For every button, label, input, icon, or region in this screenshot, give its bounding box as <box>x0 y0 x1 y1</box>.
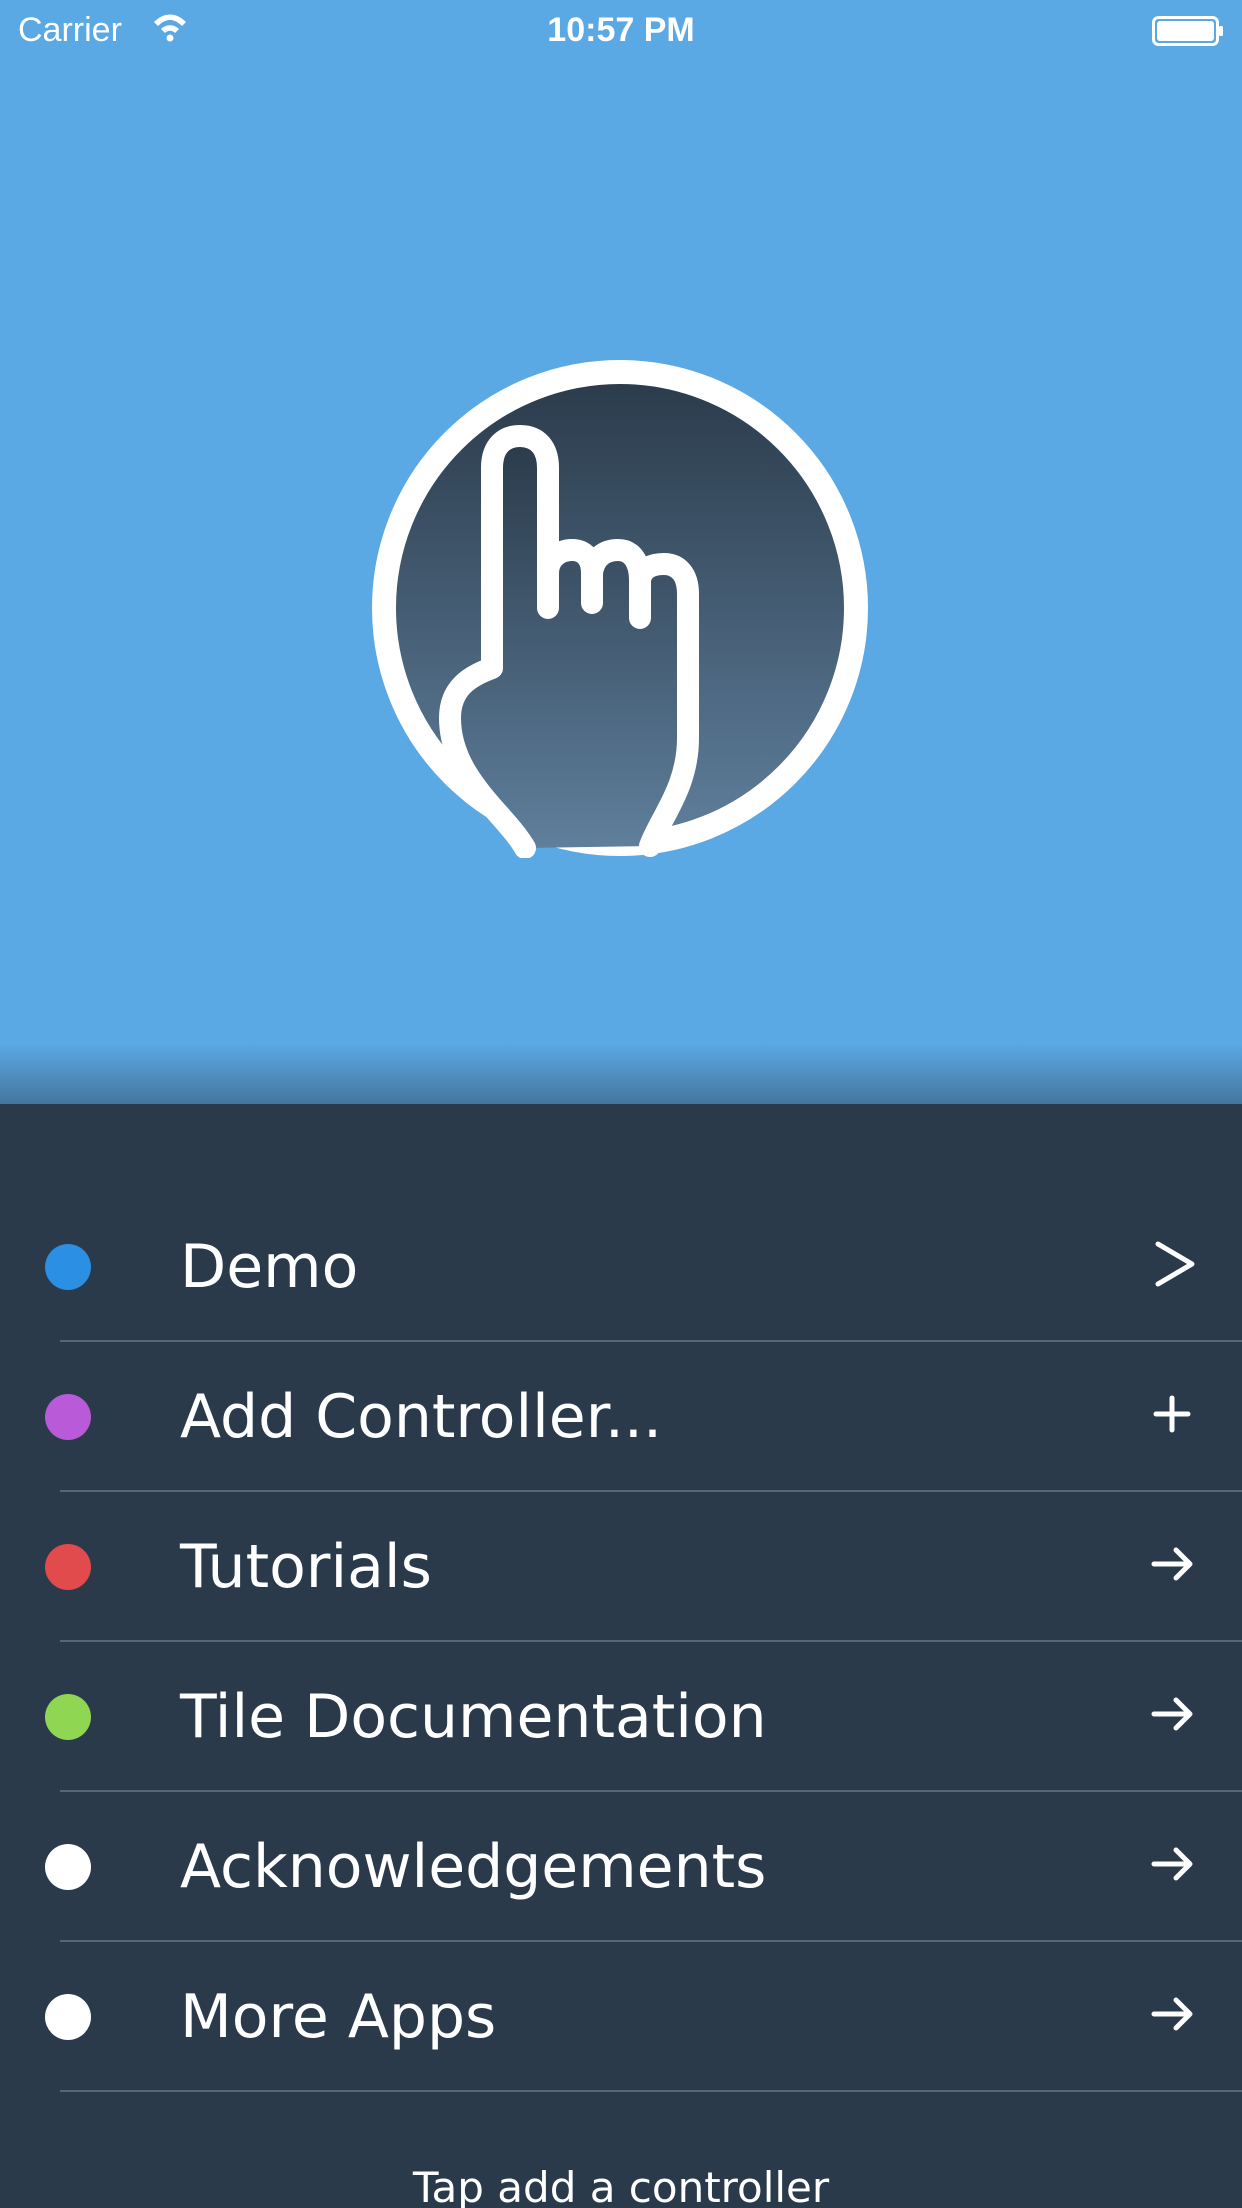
plus-icon <box>1153 1395 1191 1433</box>
arrow-right-icon <box>1151 1997 1193 2031</box>
menu-item-label: Tutorials <box>180 1532 432 1602</box>
pointing-hand-icon <box>372 360 868 858</box>
status-time: 10:57 PM <box>547 11 695 49</box>
menu-panel: Demo Add Controller... Tutorials Tile Do… <box>0 1104 1242 2208</box>
menu-item-demo[interactable]: Demo <box>0 1192 1242 1342</box>
menu-item-more-apps[interactable]: More Apps <box>0 1942 1242 2092</box>
status-bar: Carrier 10:57 PM <box>0 0 1242 62</box>
menu-item-tutorials[interactable]: Tutorials <box>0 1492 1242 1642</box>
hero-banner <box>0 0 1242 1104</box>
status-dot <box>45 1844 91 1890</box>
chevron-right-icon <box>1155 1241 1195 1287</box>
menu-item-label: Demo <box>180 1232 359 1302</box>
status-dot <box>45 1544 91 1590</box>
menu-item-label: Add Controller... <box>180 1382 663 1452</box>
menu-item-label: Acknowledgements <box>180 1832 767 1902</box>
menu-list: Demo Add Controller... Tutorials Tile Do… <box>0 1192 1242 2092</box>
menu-item-label: Tile Documentation <box>180 1682 767 1752</box>
menu-item-acknowledgements[interactable]: Acknowledgements <box>0 1792 1242 1942</box>
status-dot <box>45 1244 91 1290</box>
arrow-right-icon <box>1151 1697 1193 1731</box>
menu-item-tile-documentation[interactable]: Tile Documentation <box>0 1642 1242 1792</box>
arrow-right-icon <box>1151 1547 1193 1581</box>
battery-full-icon <box>1152 16 1223 46</box>
menu-item-label: More Apps <box>180 1982 497 2052</box>
status-dot <box>45 1394 91 1440</box>
arrow-right-icon <box>1151 1847 1193 1881</box>
status-dot <box>45 1994 91 2040</box>
menu-item-add-controller[interactable]: Add Controller... <box>0 1342 1242 1492</box>
home-screen: Carrier 10:57 PM Demo Add Controller... … <box>0 0 1242 2208</box>
status-dot <box>45 1694 91 1740</box>
footer-hint: Tap add a controller <box>412 2163 830 2208</box>
divider <box>60 2090 1242 2092</box>
